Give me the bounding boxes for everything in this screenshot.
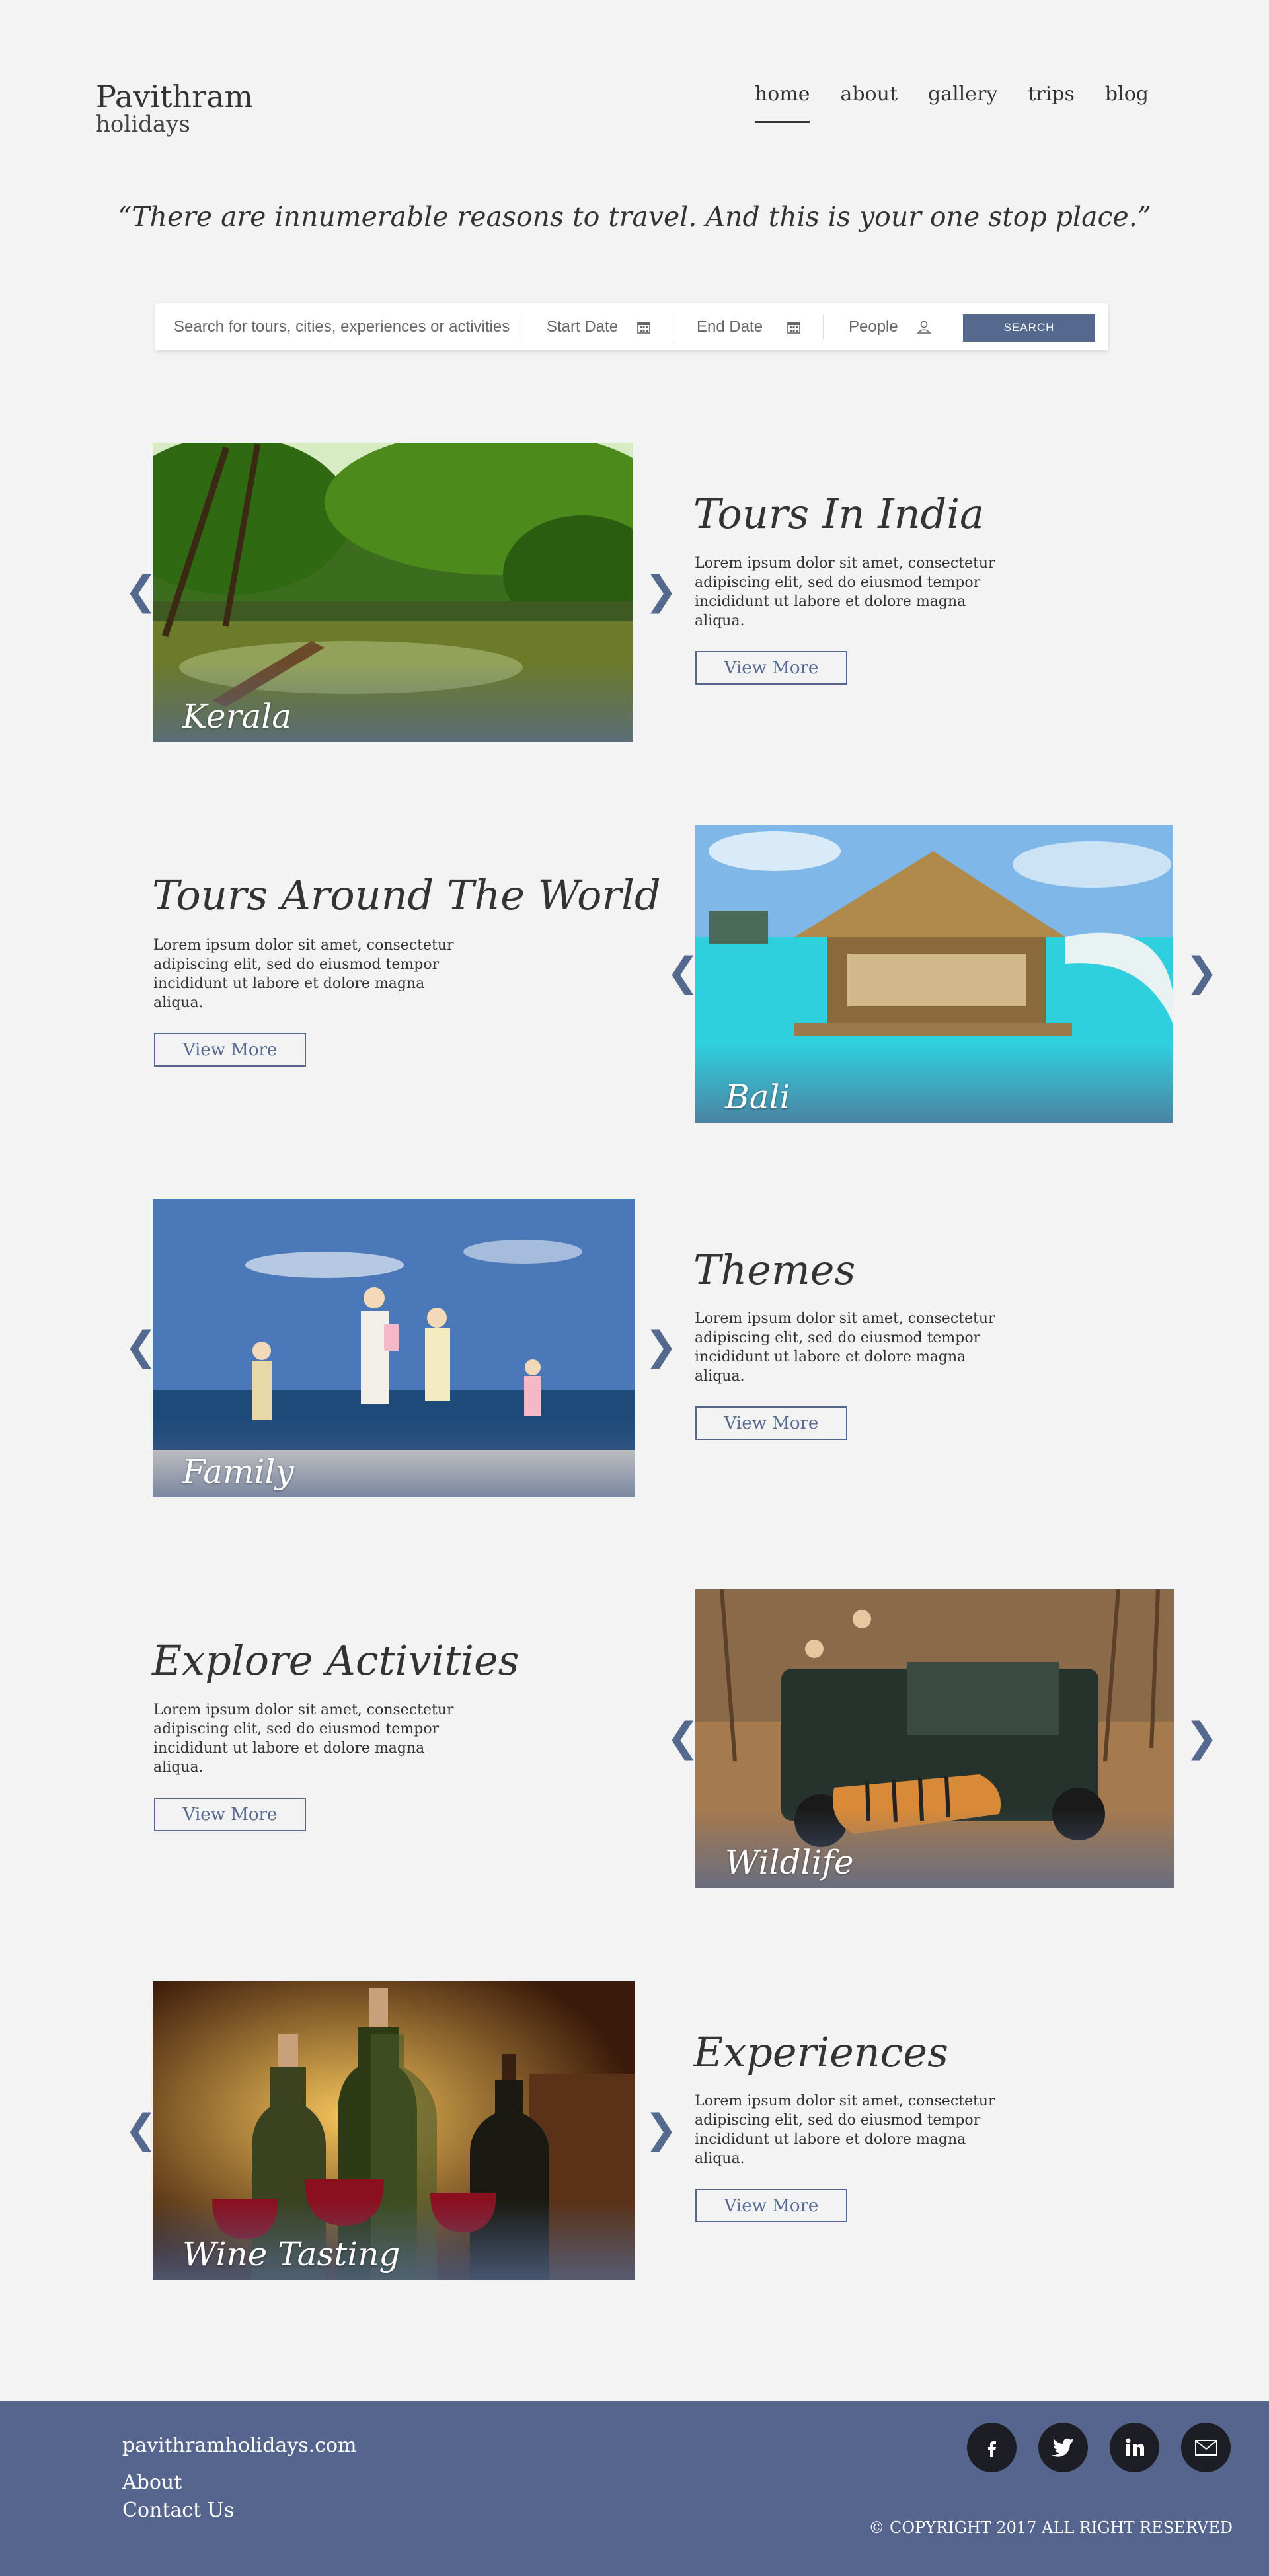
hero-quote: “There are innumerable reasons to travel… — [118, 201, 1151, 233]
nav-trips[interactable]: trips — [1028, 83, 1075, 119]
photo-caption: Wine Tasting — [182, 2235, 401, 2273]
kerala-photo[interactable]: Kerala — [153, 443, 633, 742]
section-title: Experiences — [693, 2028, 948, 2076]
calendar-icon — [637, 321, 650, 334]
carousel-next-arrow[interactable]: ❯ — [644, 1326, 677, 1366]
carousel-next-arrow[interactable]: ❯ — [1185, 952, 1218, 992]
facebook-icon[interactable] — [967, 2423, 1017, 2472]
nav-gallery[interactable]: gallery — [928, 83, 997, 119]
section-title: Themes — [693, 1246, 856, 1294]
wildlife-photo[interactable]: Wildlife — [695, 1589, 1174, 1888]
people-field[interactable]: People — [824, 315, 951, 340]
section-description: Lorem ipsum dolor sit amet, consectetur … — [153, 1702, 454, 1776]
carousel-next-arrow[interactable]: ❯ — [644, 571, 677, 611]
search-placeholder: Search for tours, cities, experiences or… — [174, 317, 510, 336]
footer-site-link[interactable]: pavithramholidays.com — [122, 2434, 357, 2457]
photo-caption: Wildlife — [725, 1843, 854, 1881]
section-title: Explore Activities — [152, 1636, 519, 1685]
end-date-field[interactable]: End Date — [673, 314, 824, 340]
start-date-label: Start Date — [547, 317, 619, 336]
brand-name: Pavithram — [96, 79, 254, 114]
section-title: Tours In India — [693, 490, 984, 538]
photo-caption: Bali — [725, 1078, 790, 1116]
footer: pavithramholidays.com About Contact Us ©… — [0, 2401, 1269, 2576]
person-icon — [917, 321, 931, 334]
twitter-icon[interactable] — [1038, 2423, 1088, 2472]
footer-contact-link[interactable]: Contact Us — [122, 2499, 234, 2522]
photo-caption: Kerala — [182, 697, 292, 736]
photo-caption: Family — [182, 1453, 294, 1491]
view-more-button[interactable]: View More — [154, 1798, 306, 1831]
copyright-text: © COPYRIGHT 2017 ALL RIGHT RESERVED — [868, 2519, 1233, 2537]
carousel-prev-arrow[interactable]: ❮ — [666, 1718, 699, 1757]
carousel-next-arrow[interactable]: ❯ — [1185, 1718, 1218, 1757]
view-more-button[interactable]: View More — [695, 651, 847, 685]
linkedin-icon[interactable] — [1110, 2423, 1159, 2472]
main-nav: home about gallery trips blog — [754, 83, 1149, 123]
start-date-field[interactable]: Start Date — [523, 314, 673, 340]
section-description: Lorem ipsum dolor sit amet, consectetur … — [695, 2093, 995, 2167]
nav-blog[interactable]: blog — [1105, 83, 1149, 119]
footer-about-link[interactable]: About — [122, 2471, 182, 2494]
mail-icon[interactable] — [1181, 2423, 1231, 2472]
carousel-prev-arrow[interactable]: ❮ — [666, 952, 699, 992]
view-more-button[interactable]: View More — [695, 1406, 847, 1440]
view-more-button[interactable]: View More — [695, 2189, 847, 2222]
social-links — [967, 2423, 1231, 2472]
people-label: People — [849, 317, 898, 336]
carousel-next-arrow[interactable]: ❯ — [644, 2109, 677, 2149]
calendar-icon — [787, 321, 800, 334]
brand-subtitle: holidays — [96, 111, 190, 138]
search-input[interactable]: Search for tours, cities, experiences or… — [155, 314, 523, 340]
end-date-label: End Date — [697, 317, 763, 336]
search-bar: Search for tours, cities, experiences or… — [155, 303, 1108, 350]
section-description: Lorem ipsum dolor sit amet, consectetur … — [153, 937, 454, 1011]
section-description: Lorem ipsum dolor sit amet, consectetur … — [695, 555, 995, 629]
bali-photo[interactable]: Bali — [695, 825, 1173, 1123]
brand-logo[interactable]: Pavithram holidays — [96, 81, 253, 137]
section-title: Tours Around The World — [152, 871, 661, 919]
nav-home[interactable]: home — [754, 83, 810, 123]
section-description: Lorem ipsum dolor sit amet, consectetur … — [695, 1310, 995, 1384]
wine-tasting-photo[interactable]: Wine Tasting — [153, 1981, 634, 2280]
search-button[interactable]: SEARCH — [963, 314, 1095, 342]
view-more-button[interactable]: View More — [154, 1033, 306, 1067]
family-photo[interactable]: Family — [153, 1199, 634, 1497]
nav-about[interactable]: about — [840, 83, 898, 119]
